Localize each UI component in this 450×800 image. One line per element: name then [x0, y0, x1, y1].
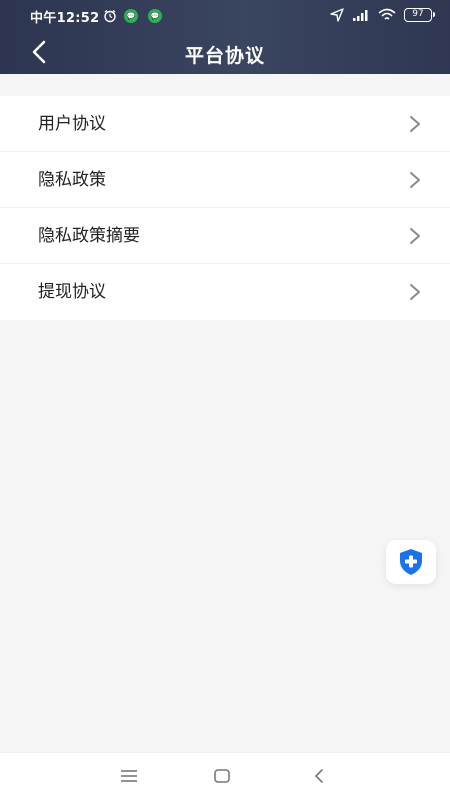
- status-bar: 中午12:52 💬 💬 97: [0, 0, 450, 32]
- menu-item-label: 隐私政策摘要: [38, 226, 140, 246]
- menu-item-user-agreement[interactable]: 用户协议: [0, 96, 450, 152]
- chevron-right-icon: [410, 172, 420, 188]
- shield-plus-icon: [400, 549, 422, 575]
- message-icon: 💬: [148, 9, 162, 23]
- menu-list: 用户协议 隐私政策 隐私政策摘要 提现协议: [0, 96, 450, 320]
- system-nav-bar: [0, 752, 450, 800]
- battery-icon: 97: [404, 8, 435, 22]
- location-icon: [330, 8, 344, 22]
- menu-item-privacy-policy[interactable]: 隐私政策: [0, 152, 450, 208]
- menu-item-label: 提现协议: [38, 282, 106, 302]
- back-icon[interactable]: [310, 767, 328, 785]
- battery-level: 97: [412, 9, 424, 19]
- chevron-right-icon: [410, 116, 420, 132]
- chevron-right-icon: [410, 228, 420, 244]
- floating-security-button[interactable]: [386, 540, 436, 584]
- status-right-icons: 97: [330, 8, 435, 22]
- signal-icon: [353, 10, 368, 21]
- alarm-icon: [104, 10, 116, 23]
- status-time: 中午12:52: [30, 11, 100, 26]
- message-icon: 💬: [124, 9, 138, 23]
- menu-item-label: 用户协议: [38, 114, 106, 134]
- app-header: 中午12:52 💬 💬 97 平台协议: [0, 0, 450, 74]
- wifi-icon: [378, 8, 396, 20]
- menu-item-label: 隐私政策: [38, 170, 106, 190]
- menu-item-privacy-summary[interactable]: 隐私政策摘要: [0, 208, 450, 264]
- page-title: 平台协议: [184, 45, 265, 67]
- menu-icon[interactable]: [120, 767, 138, 785]
- chevron-right-icon: [410, 284, 420, 300]
- menu-item-withdrawal-agreement[interactable]: 提现协议: [0, 264, 450, 320]
- home-icon[interactable]: [213, 767, 231, 785]
